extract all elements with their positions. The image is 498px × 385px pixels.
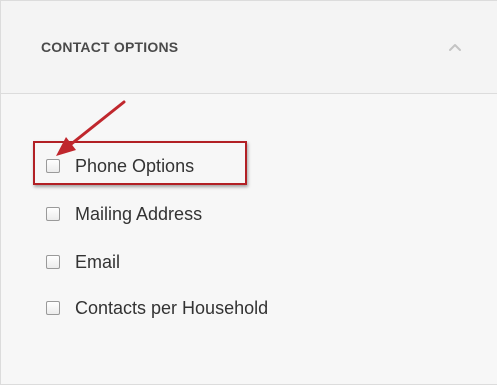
contact-options-panel: CONTACT OPTIONS xyxy=(0,0,497,385)
checkbox[interactable] xyxy=(46,301,60,315)
option-label: Phone Options xyxy=(75,155,195,176)
checkbox[interactable] xyxy=(46,255,60,269)
option-phone-options[interactable]: Phone Options xyxy=(46,154,194,178)
checkbox[interactable] xyxy=(46,207,60,221)
option-label: Contacts per Household xyxy=(75,297,269,318)
option-email[interactable]: Email xyxy=(46,250,120,274)
option-label: Email xyxy=(75,251,121,272)
chevron-up-icon[interactable] xyxy=(441,33,469,61)
panel-header[interactable]: CONTACT OPTIONS xyxy=(1,1,497,94)
panel-title: CONTACT OPTIONS xyxy=(41,39,179,55)
option-mailing-address[interactable]: Mailing Address xyxy=(46,202,202,226)
option-label: Mailing Address xyxy=(75,203,203,224)
checkbox[interactable] xyxy=(46,159,60,173)
option-contacts-per-household[interactable]: Contacts per Household xyxy=(46,296,268,320)
